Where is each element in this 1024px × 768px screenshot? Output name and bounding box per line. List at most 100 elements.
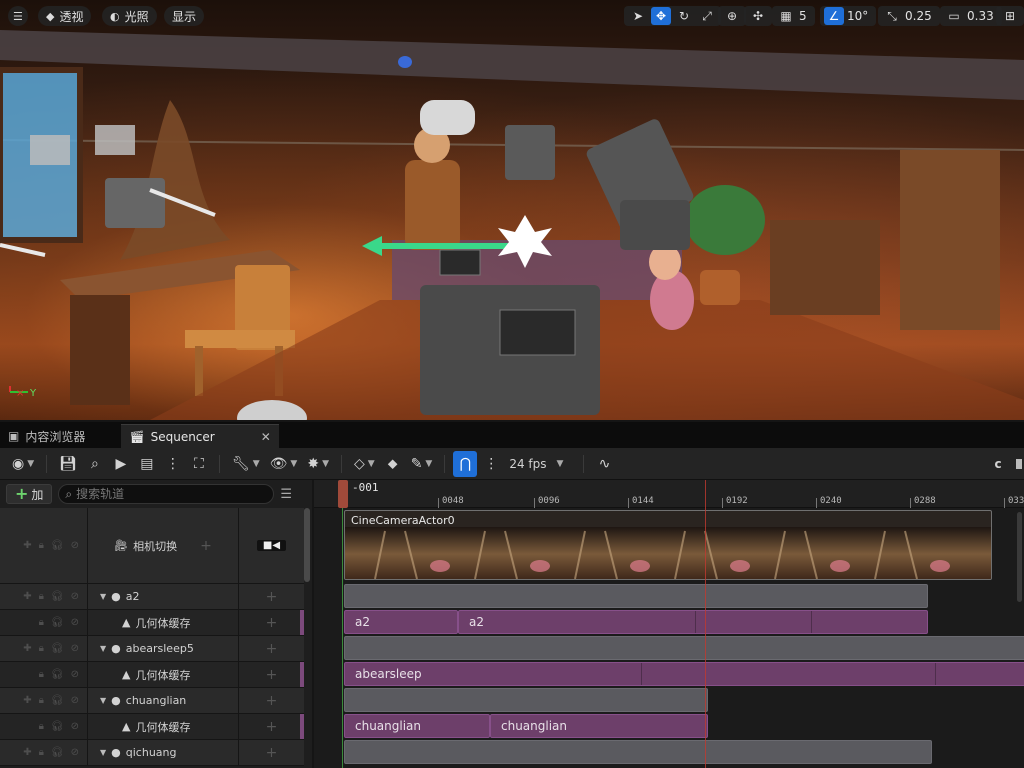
lock-icon[interactable]: 🔒︎ (39, 591, 44, 602)
abearsleep-clip[interactable]: abearsleep (344, 662, 1024, 686)
lock-icon[interactable]: 🔒︎ (39, 669, 44, 680)
a2-clip-1[interactable]: a2 (344, 610, 458, 634)
snap-toggle-button[interactable]: ⋂ (453, 450, 478, 477)
lock-icon[interactable]: 🔒︎ (39, 643, 44, 654)
tab-content-browser[interactable]: ▣ 内容浏览器 (0, 424, 93, 448)
key-interpolation-button[interactable]: ◇ ▼ (350, 451, 379, 477)
actions-button[interactable]: ⛶ (187, 451, 211, 477)
mute-icon[interactable]: ⊘ (71, 669, 79, 680)
view-options-button[interactable]: 👁︎ ▼ (266, 451, 302, 477)
mute-icon[interactable]: ⊘ (71, 591, 79, 602)
camera-clip[interactable]: CineCameraActor0 (344, 510, 992, 580)
snap-options-button[interactable]: ⋮ (479, 451, 503, 477)
expand-icon[interactable]: ▼ (100, 748, 106, 757)
level-viewport[interactable]: ☰ ◆ 透视 ◐ 光照 显示 ➤ ✥ ↻ ⤢ ⊕ ✣ ▦ 5 ∠ 10° ⤡ 0.2… (0, 0, 1024, 420)
edit-mode-button[interactable]: ✎ ▼ (407, 451, 437, 477)
lighting-button[interactable]: ◐ 光照 (102, 6, 157, 26)
render-movie-button[interactable]: ▤ (135, 451, 159, 477)
pin-icon[interactable]: ✚ (23, 695, 31, 706)
track-row-chuanglian-geometry-cache[interactable]: 🔒︎ 🎧︎ ⊘ ▲ 几何体缓存 + (0, 714, 304, 740)
add-track-button[interactable]: + 加 (6, 484, 53, 504)
a2-clip-2[interactable]: a2 (458, 610, 928, 634)
scale-icon[interactable]: ⤢ (697, 7, 717, 25)
rotate-icon[interactable]: ↻ (674, 7, 694, 25)
playhead-handle[interactable] (338, 480, 348, 508)
track-row-a2-geometry-cache[interactable]: 🔒︎ 🎧︎ ⊘ ▲ 几何体缓存 + (0, 610, 304, 636)
solo-icon[interactable]: 🎧︎ (51, 747, 64, 758)
lock-icon[interactable]: 🔒︎ (39, 540, 44, 551)
solo-icon[interactable]: 🎧︎ (51, 669, 64, 680)
show-button[interactable]: 显示 (164, 6, 205, 26)
a2-actor-bar[interactable] (344, 584, 928, 608)
scale-snap-group[interactable]: ⤡ 0.25 (878, 6, 940, 26)
add-track-icon[interactable]: + (238, 740, 304, 765)
world-menu-button[interactable]: ◉ ▼ (8, 451, 38, 477)
track-row-qichuang[interactable]: ✚ 🔒︎ 🎧︎ ⊘ ▼ ● qichuang + (0, 740, 304, 766)
pin-icon[interactable]: ✚ (23, 747, 31, 758)
mute-icon[interactable]: ⊘ (71, 747, 79, 758)
lock-icon[interactable]: 🔒︎ (39, 747, 44, 758)
add-track-icon[interactable]: + (238, 688, 304, 713)
mute-icon[interactable]: ⊘ (71, 721, 79, 732)
world-space-button[interactable]: ⊕ (718, 6, 746, 26)
mute-icon[interactable]: ⊘ (71, 617, 79, 628)
close-icon[interactable]: ✕ (261, 430, 271, 444)
viewport-menu-button[interactable]: ☰ (8, 6, 28, 26)
tools-menu-button[interactable]: 🔧︎ ▼ (228, 451, 264, 477)
chuanglian-clip-2[interactable]: chuanglian (490, 714, 708, 738)
chuanglian-clip-1[interactable]: chuanglian (344, 714, 490, 738)
add-track-icon[interactable]: + (238, 636, 304, 661)
curve-editor-button[interactable]: ∿ (592, 451, 616, 477)
lock-icon[interactable]: 🔒︎ (39, 721, 44, 732)
perspective-button[interactable]: ◆ 透视 (38, 6, 92, 26)
create-camera-button[interactable]: ▶ (109, 451, 133, 477)
pin-icon[interactable]: ✚ (23, 540, 31, 551)
track-row-abearsleep5-geometry-cache[interactable]: 🔒︎ 🎧︎ ⊘ ▲ 几何体缓存 + (0, 662, 304, 688)
solo-icon[interactable]: 🎧︎ (51, 721, 64, 732)
solo-icon[interactable]: 🎧︎ (51, 643, 64, 654)
add-section-icon[interactable]: + (238, 714, 304, 739)
key-all-button[interactable]: ⬥ (381, 451, 405, 477)
select-icon[interactable]: ➤ (628, 7, 648, 25)
mute-icon[interactable]: ⊘ (71, 540, 79, 551)
more-options-button[interactable]: ⋮ (161, 451, 185, 477)
track-row-a2[interactable]: ✚ 🔒︎ 🎧︎ ⊘ ▼ ● a2 + (0, 584, 304, 610)
track-search-input[interactable] (76, 487, 257, 501)
add-track-icon[interactable]: + (238, 584, 304, 609)
track-row-abearsleep5[interactable]: ✚ 🔒︎ 🎧︎ ⊘ ▼ ● abearsleep5 + (0, 636, 304, 662)
surface-snap-button[interactable]: ✣ (744, 6, 772, 26)
solo-icon[interactable]: 🎧︎ (51, 540, 64, 551)
outliner-scrollbar[interactable] (304, 508, 310, 582)
track-row-chuanglian[interactable]: ✚ 🔒︎ 🎧︎ ⊘ ▼ ● chuanglian + (0, 688, 304, 714)
save-button[interactable]: 💾︎ (55, 451, 81, 477)
playback-options-button[interactable]: ✸ ▼ (303, 451, 333, 477)
chuanglian-actor-bar[interactable] (344, 688, 708, 712)
expand-icon[interactable]: ▼ (100, 696, 106, 705)
expand-icon[interactable]: ▼ (100, 592, 106, 601)
timeline-scrollbar[interactable] (1017, 512, 1022, 602)
mute-icon[interactable]: ⊘ (71, 643, 79, 654)
pin-icon[interactable]: ✚ (23, 643, 31, 654)
camera-lock-button[interactable]: ■◀ (238, 508, 304, 583)
camera-speed-group[interactable]: ▭ 0.33 (940, 6, 1002, 26)
timeline-area[interactable]: -001 0048 0096 0144 0192 0240 0288 033 C… (314, 480, 1024, 768)
track-search-box[interactable]: ⌕ (58, 484, 275, 504)
camera-cut-track[interactable]: ✚ 🔒︎ 🎧︎ ⊘ 🎥︎ 相机切换 + ■◀ (0, 508, 304, 584)
overflow-handle[interactable] (1016, 458, 1022, 469)
expand-icon[interactable]: ▼ (100, 644, 106, 653)
add-section-icon[interactable]: + (238, 610, 304, 635)
translate-icon[interactable]: ✥ (651, 7, 671, 25)
solo-icon[interactable]: 🎧︎ (51, 617, 64, 628)
pin-icon[interactable]: ✚ (23, 591, 31, 602)
add-section-icon[interactable]: + (238, 662, 304, 687)
solo-icon[interactable]: 🎧︎ (51, 591, 64, 602)
qichuang-actor-bar[interactable] (344, 740, 932, 764)
frame-rate-dropdown[interactable]: 24 fps ▼ (505, 451, 567, 477)
lock-icon[interactable]: 🔒︎ (39, 617, 44, 628)
layout-button[interactable]: ⊞ (996, 6, 1024, 26)
grid-snap-group[interactable]: ▦ 5 (772, 6, 815, 26)
tab-sequencer[interactable]: 🎬︎ Sequencer ✕ (121, 424, 279, 448)
filter-icon[interactable]: ☰ (280, 487, 292, 502)
lock-icon[interactable]: 🔒︎ (39, 695, 44, 706)
add-section-icon[interactable]: + (200, 538, 212, 554)
